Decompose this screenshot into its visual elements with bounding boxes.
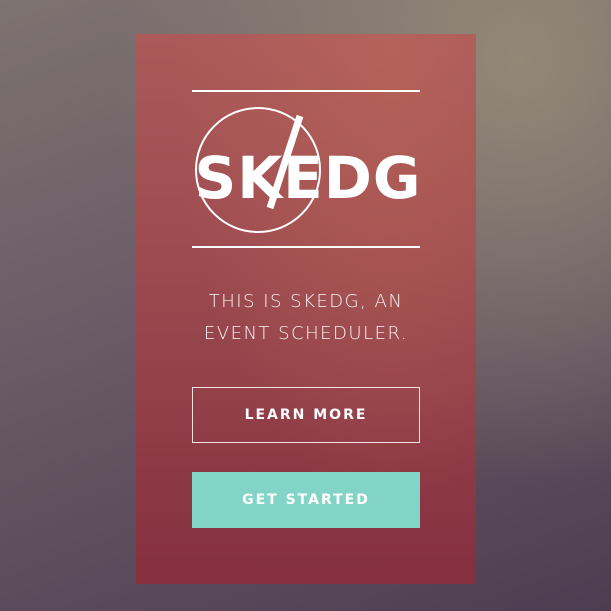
tagline-line-2: EVENT SCHEDULER. — [203, 323, 409, 344]
get-started-label: GET STARTED — [242, 492, 370, 508]
intro-card: SKEDG THIS IS SKEDG, AN EVENT SCHEDULER.… — [136, 34, 476, 584]
divider-bottom — [192, 246, 420, 248]
learn-more-button[interactable]: LEARN MORE — [192, 387, 420, 443]
divider-top — [192, 90, 420, 92]
skedg-logo: SKEDG — [192, 100, 420, 240]
logo-wordmark: SKEDG — [194, 144, 420, 212]
learn-more-label: LEARN MORE — [244, 407, 368, 423]
tagline-line-1: THIS IS SKEDG, AN — [208, 291, 404, 312]
get-started-button[interactable]: GET STARTED — [192, 472, 420, 528]
